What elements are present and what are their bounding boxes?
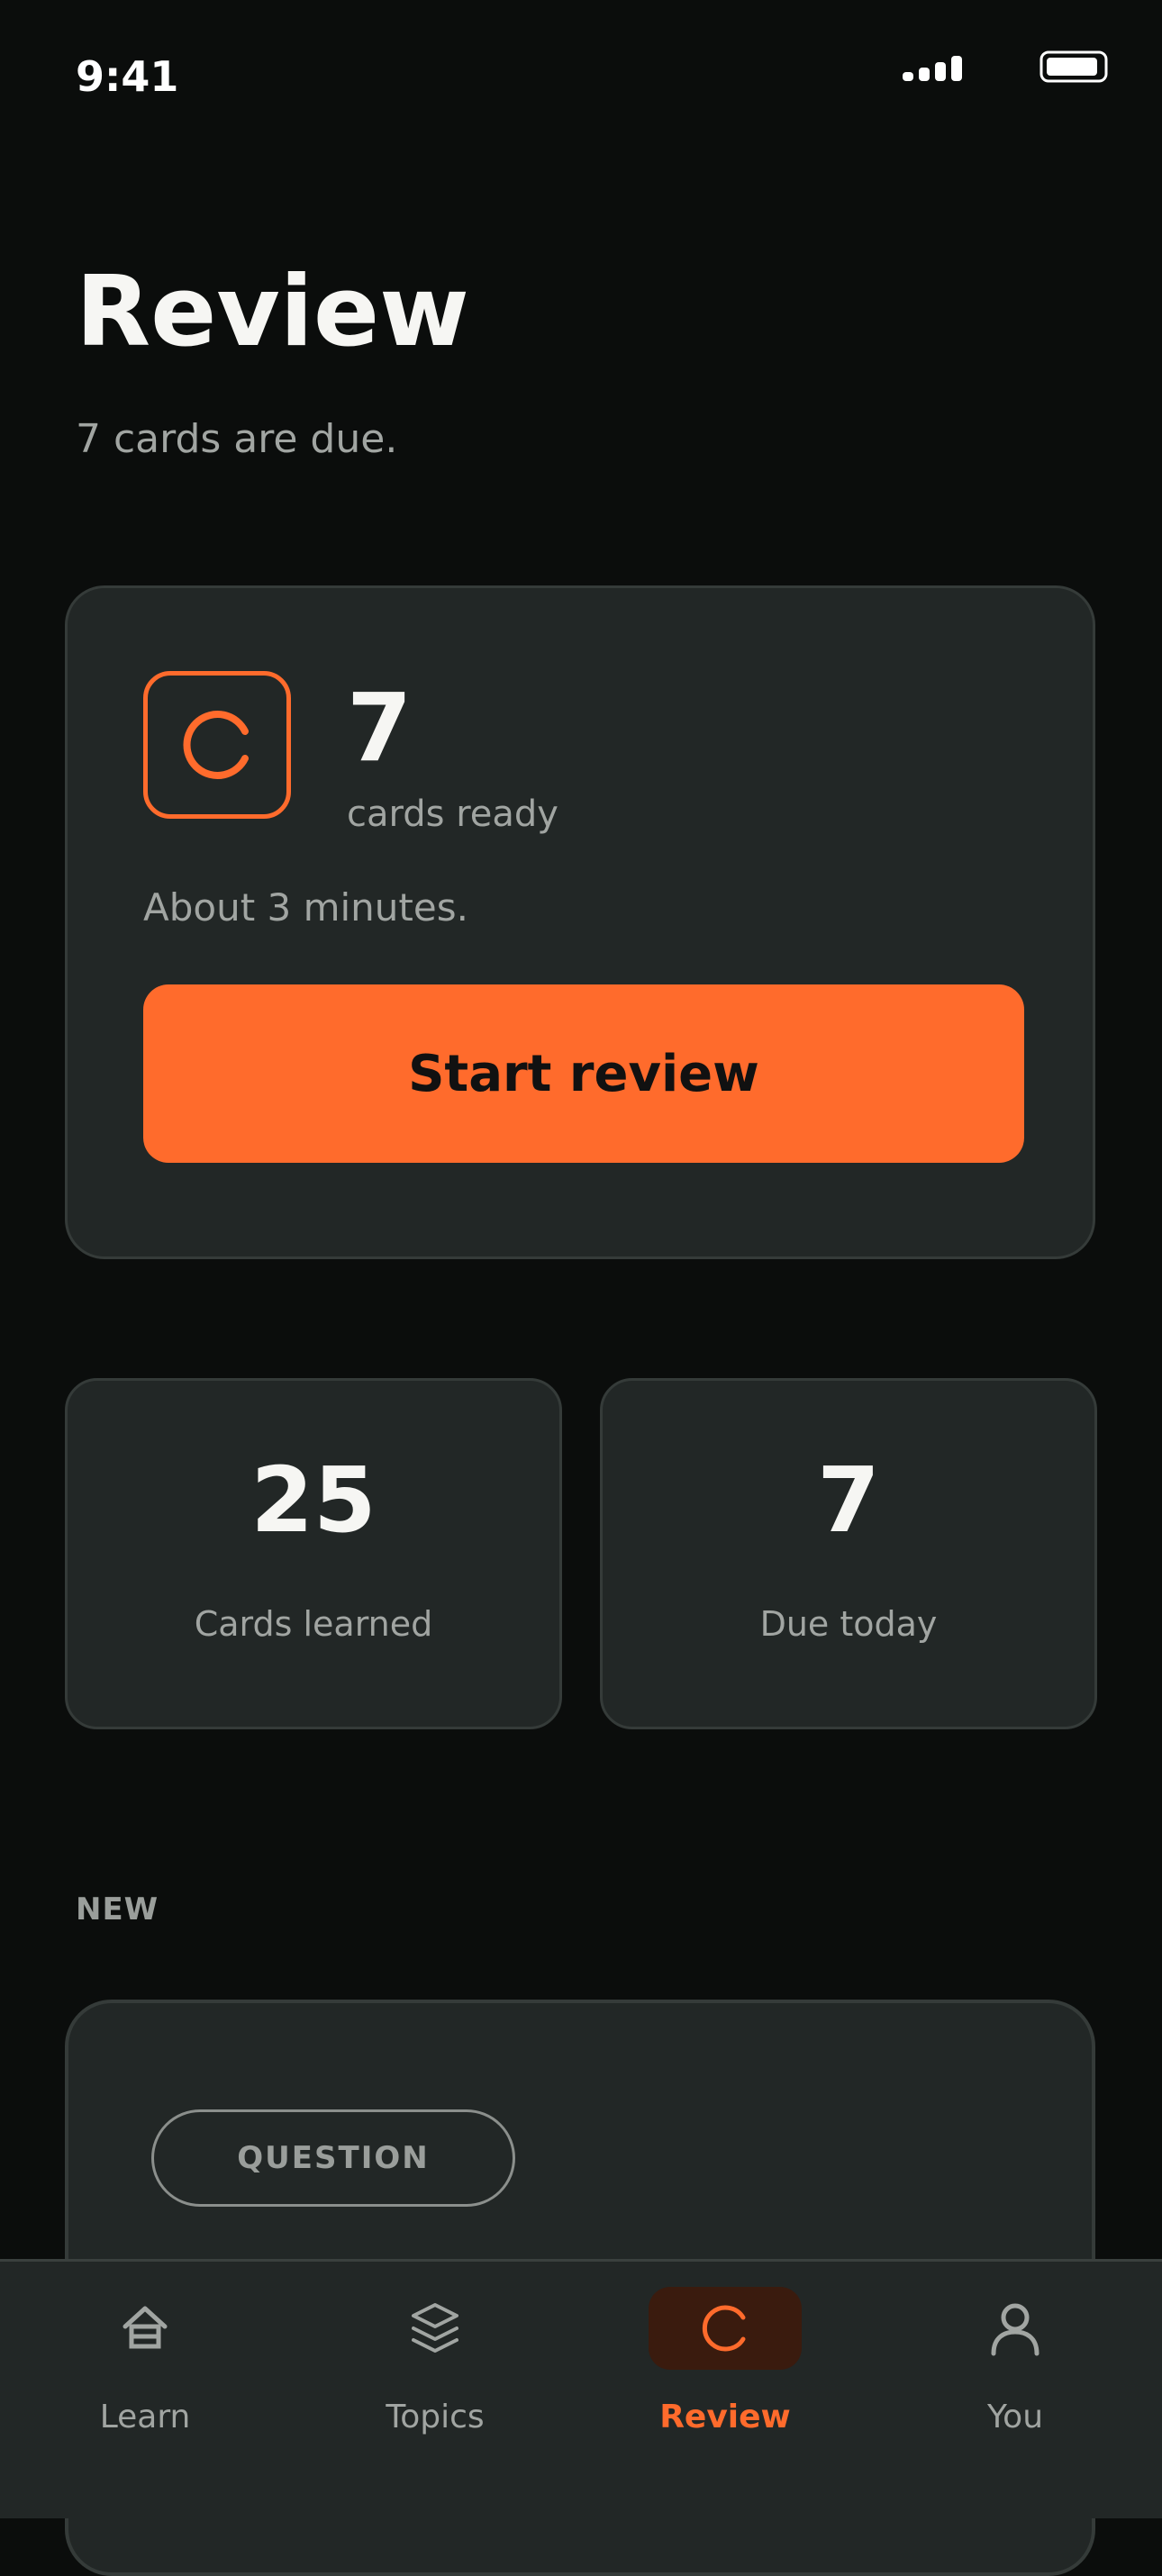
cards-ready-label: cards ready: [347, 794, 558, 835]
layers-icon: [412, 2303, 458, 2353]
person-icon: [991, 2303, 1039, 2356]
status-time: 9:41: [76, 52, 179, 101]
home-icon: [123, 2306, 168, 2349]
question-tag: QUESTION: [151, 2109, 515, 2207]
stat-value: 25: [250, 1447, 377, 1553]
tab-label: Review: [659, 2399, 791, 2435]
start-review-button[interactable]: Start review: [143, 984, 1024, 1163]
review-icon-box: [143, 671, 291, 819]
refresh-icon: [702, 2305, 746, 2352]
section-label-new: NEW: [76, 1891, 159, 1927]
page-title: Review: [76, 256, 469, 368]
tab-bar: Learn Topics Review You: [0, 2259, 1162, 2518]
battery-icon: [1039, 50, 1108, 83]
tab-icon-wrap: [359, 2287, 512, 2370]
tab-icon-wrap: [939, 2287, 1092, 2370]
tab-label: Topics: [386, 2399, 485, 2435]
stat-label: Cards learned: [194, 1604, 433, 1644]
tab-label: Learn: [99, 2399, 191, 2435]
tab-topics[interactable]: Topics: [290, 2262, 580, 2521]
stat-value: 7: [817, 1447, 880, 1553]
estimated-time: About 3 minutes.: [143, 885, 468, 930]
tab-you[interactable]: You: [870, 2262, 1160, 2521]
refresh-icon: [183, 711, 249, 779]
tab-learn[interactable]: Learn: [0, 2262, 290, 2521]
stat-card-due-today: 7 Due today: [600, 1378, 1097, 1729]
review-summary-card: 7 cards ready About 3 minutes. Start rev…: [65, 585, 1095, 1259]
signal-icon: [903, 56, 962, 81]
page-subtitle: 7 cards are due.: [76, 416, 398, 462]
tab-icon-wrap: [649, 2287, 802, 2370]
stat-card-cards-learned: 25 Cards learned: [65, 1378, 562, 1729]
tab-icon-wrap: [68, 2287, 222, 2370]
tab-label: You: [986, 2399, 1044, 2435]
stat-label: Due today: [759, 1604, 938, 1644]
cards-ready-count: 7: [347, 673, 413, 783]
tab-review[interactable]: Review: [580, 2262, 870, 2521]
